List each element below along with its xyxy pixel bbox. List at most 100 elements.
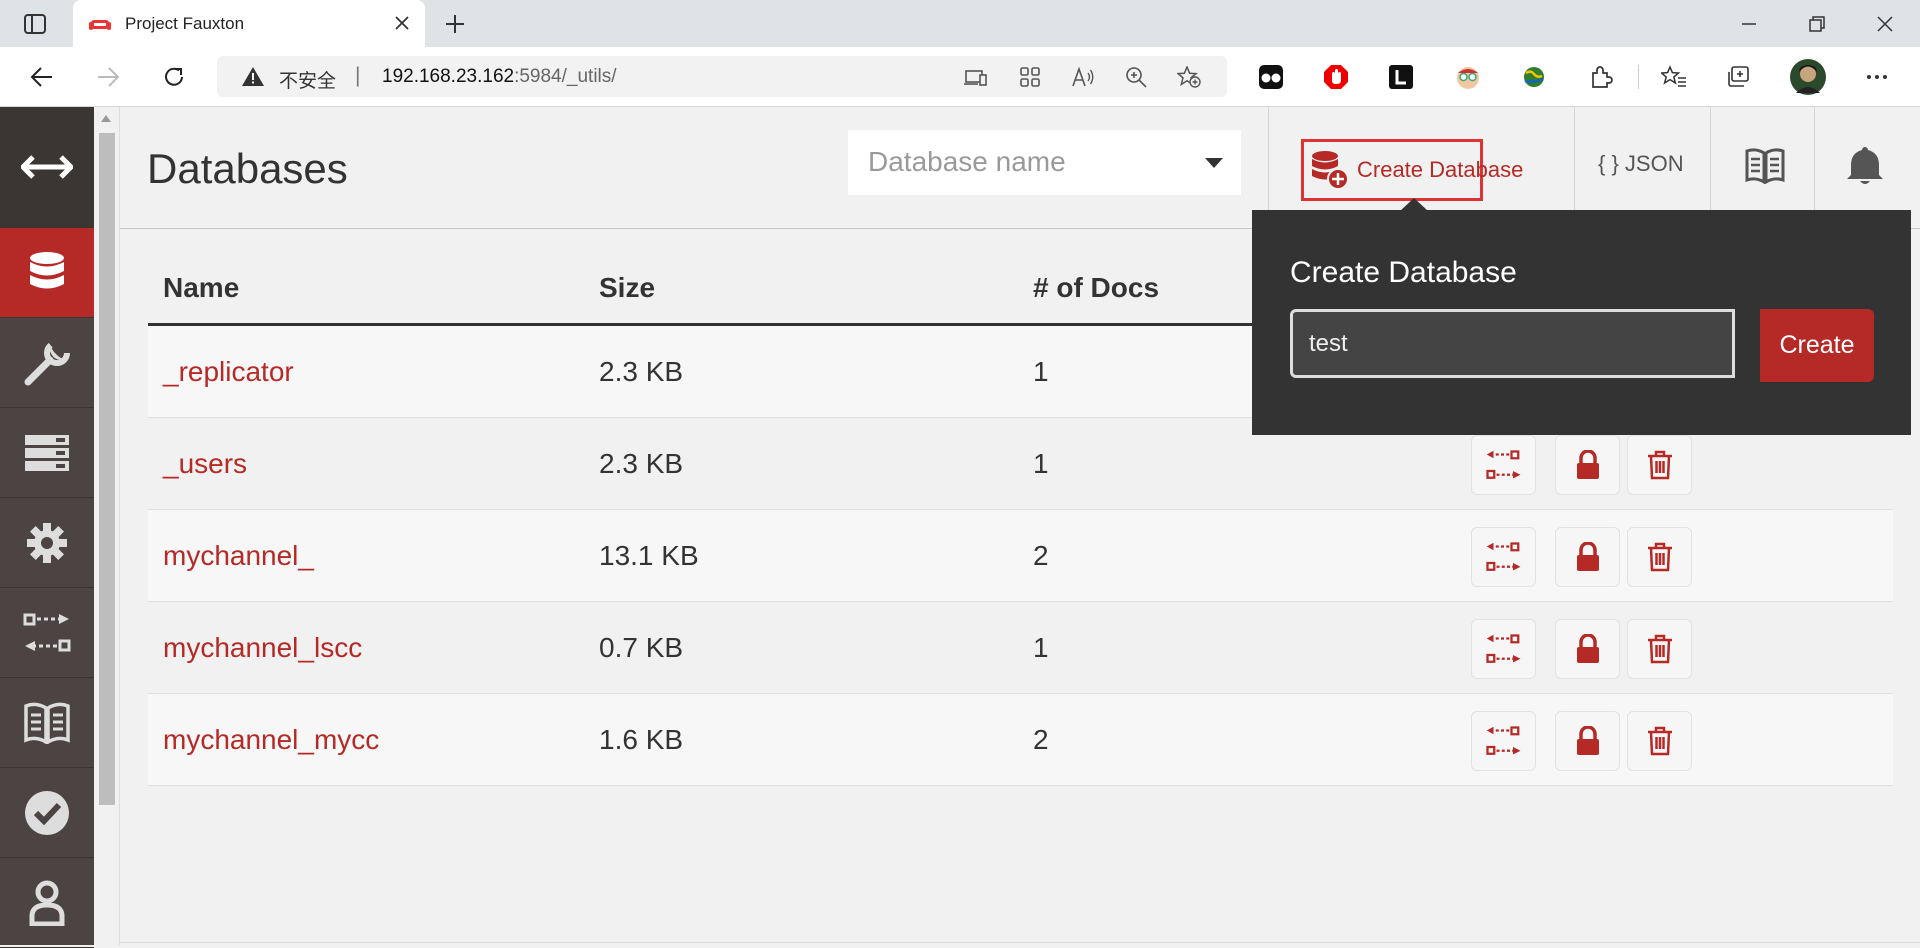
database-icon <box>28 251 66 295</box>
column-header-name[interactable]: Name <box>163 272 239 304</box>
extensions-puzzle-icon[interactable] <box>1586 62 1616 92</box>
restore-icon[interactable] <box>1794 0 1840 47</box>
replicate-icon <box>1485 450 1520 479</box>
replicate-button[interactable] <box>1471 527 1536 587</box>
address-separator: | <box>355 64 361 87</box>
permissions-button[interactable] <box>1555 619 1620 679</box>
create-button[interactable]: Create <box>1760 309 1874 382</box>
extension-face-icon[interactable] <box>1453 62 1483 92</box>
scrollbar-thumb[interactable] <box>99 133 115 805</box>
lock-icon <box>1576 634 1599 663</box>
replicate-button[interactable] <box>1471 435 1536 495</box>
window-close-icon[interactable] <box>1862 0 1908 47</box>
sidebar-item-databases[interactable] <box>0 228 94 318</box>
replicate-button[interactable] <box>1471 619 1536 679</box>
create-database-button[interactable]: Create Database <box>1301 139 1523 201</box>
address-path: :5984/_utils/ <box>514 66 617 87</box>
database-doc-count: 1 <box>1033 356 1049 387</box>
delete-button[interactable] <box>1627 527 1692 587</box>
database-size: 1.6 KB <box>599 724 684 755</box>
create-database-label: Create Database <box>1357 157 1524 182</box>
replicate-icon <box>1485 542 1520 571</box>
delete-button[interactable] <box>1627 435 1692 495</box>
database-search-select[interactable]: Database name <box>848 130 1241 195</box>
delete-button[interactable] <box>1627 619 1692 679</box>
table-row: mychannel_ 13.1 KB 2 <box>148 510 1893 602</box>
collections-icon[interactable] <box>1724 62 1754 92</box>
extension-l-icon[interactable] <box>1386 62 1416 92</box>
sidebar-collapse-toggle[interactable] <box>0 107 94 228</box>
popover-arrow <box>1400 198 1428 211</box>
trash-icon <box>1647 450 1672 480</box>
database-size: 2.3 KB <box>599 356 684 387</box>
delete-button[interactable] <box>1627 711 1692 771</box>
tab-title: Project Fauxton <box>125 14 245 33</box>
replicate-button[interactable] <box>1471 711 1536 771</box>
popover-title: Create Database <box>1290 256 1517 289</box>
lock-icon <box>1576 726 1599 755</box>
trash-icon <box>1647 542 1672 572</box>
read-aloud-icon[interactable] <box>1070 65 1096 89</box>
documentation-book-icon <box>24 702 70 744</box>
database-name-link[interactable]: mychannel_ <box>163 540 314 572</box>
page-title: Databases <box>147 145 348 192</box>
sidebar-item-config[interactable] <box>0 498 94 588</box>
add-favorite-icon[interactable] <box>1176 65 1202 89</box>
back-icon[interactable] <box>25 61 59 93</box>
database-name-input[interactable] <box>1290 309 1735 378</box>
column-header-docs[interactable]: # of Docs <box>1033 272 1159 304</box>
minimize-icon[interactable] <box>1726 0 1772 47</box>
extension-adblock-icon[interactable] <box>1321 62 1351 92</box>
new-tab-icon[interactable] <box>440 10 470 38</box>
table-row: mychannel_mycc 1.6 KB 2 <box>148 694 1893 786</box>
warning-icon <box>241 66 265 87</box>
collapse-arrows-icon <box>21 155 73 179</box>
lock-icon <box>1576 542 1599 571</box>
app-grid-icon[interactable] <box>1017 65 1043 89</box>
insecure-label: 不安全 <box>279 71 337 92</box>
json-button[interactable]: { } JSON <box>1598 151 1684 177</box>
replicate-icon <box>1485 634 1520 663</box>
database-size: 0.7 KB <box>599 632 684 663</box>
database-name-link[interactable]: _users <box>163 448 247 480</box>
column-header-size[interactable]: Size <box>599 272 655 304</box>
favorites-icon[interactable] <box>1659 62 1689 92</box>
trash-icon <box>1647 634 1672 664</box>
forward-icon[interactable] <box>91 61 125 93</box>
replication-icon <box>23 613 71 653</box>
more-menu-icon[interactable] <box>1862 62 1892 92</box>
api-documentation-icon[interactable] <box>1742 143 1788 189</box>
database-size: 2.3 KB <box>599 448 684 479</box>
sidebar-item-setup[interactable] <box>0 318 94 408</box>
profile-avatar[interactable] <box>1790 59 1826 95</box>
sidebar-item-verify[interactable] <box>0 768 94 858</box>
zoom-icon[interactable] <box>1123 65 1149 89</box>
browser-tab-active[interactable]: Project Fauxton <box>73 0 425 47</box>
permissions-button[interactable] <box>1555 527 1620 587</box>
permissions-button[interactable] <box>1555 435 1620 495</box>
sidebar-item-documentation[interactable] <box>0 678 94 768</box>
database-name-link[interactable]: _replicator <box>163 356 294 388</box>
database-doc-count: 2 <box>1033 724 1049 755</box>
browser-toolbar: 不安全 | 192.168.23.162:5984/_utils/ <box>0 47 1920 107</box>
close-tab-icon[interactable] <box>391 12 413 34</box>
verify-check-icon <box>24 790 70 836</box>
notification-bell-icon[interactable] <box>1842 143 1888 189</box>
scroll-up-icon[interactable] <box>101 115 111 122</box>
extension-globe-icon[interactable] <box>1519 62 1549 92</box>
permissions-button[interactable] <box>1555 711 1620 771</box>
sidebar-item-active-tasks[interactable] <box>0 408 94 498</box>
extension-glasses-icon[interactable] <box>1256 62 1286 92</box>
address-host: 192.168.23.162 <box>382 66 515 87</box>
database-doc-count: 2 <box>1033 540 1049 571</box>
sidebar-item-user[interactable] <box>0 858 94 948</box>
database-name-link[interactable]: mychannel_lscc <box>163 632 362 664</box>
tab-actions-icon[interactable] <box>12 0 58 47</box>
refresh-icon[interactable] <box>157 61 191 93</box>
address-bar[interactable]: 不安全 | 192.168.23.162:5984/_utils/ <box>217 56 1227 97</box>
device-icon[interactable] <box>963 65 989 89</box>
lock-icon <box>1576 450 1599 479</box>
sidebar-item-replication[interactable] <box>0 588 94 678</box>
database-name-link[interactable]: mychannel_mycc <box>163 724 379 756</box>
app-sidebar <box>0 107 94 948</box>
